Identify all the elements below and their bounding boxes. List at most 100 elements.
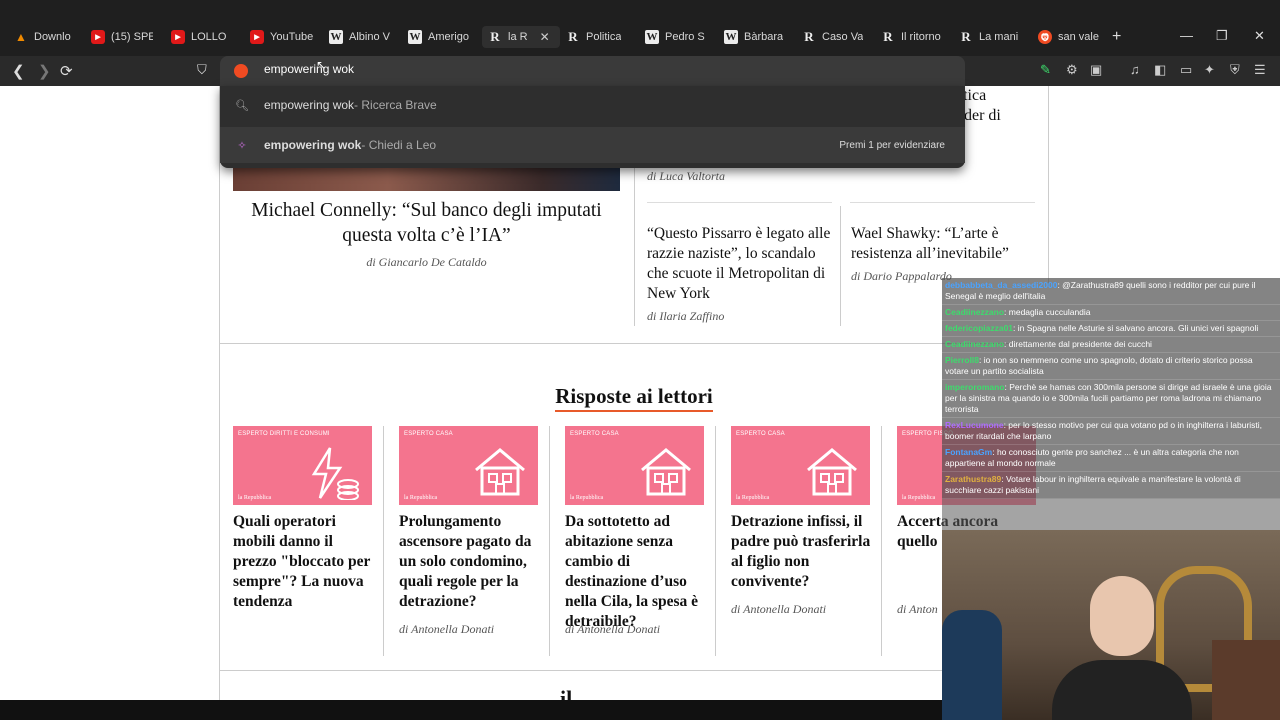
tab-12[interactable]: R La mani <box>959 28 1021 46</box>
chat-message: FontanaGm: ho conosciuto gente pro sanch… <box>942 445 1280 472</box>
chat-username: Ceadiinezzano <box>945 339 1005 349</box>
wallet-icon[interactable]: ▭ <box>1180 62 1192 78</box>
card-thumbnail[interactable]: ESPERTO CASA la Repubblica <box>399 426 538 505</box>
suggestion-hint: Premi 1 per evidenziare <box>839 139 945 151</box>
section-title[interactable]: Risposte ai lettori <box>555 384 713 412</box>
extensions-icon[interactable]: ⚙ <box>1066 62 1078 78</box>
card-title[interactable]: Da sottotetto ad abitazione senza cambio… <box>565 512 705 632</box>
bookmark-icon[interactable]: ⛉ <box>197 62 207 78</box>
youtube-icon: ▶ <box>171 30 185 44</box>
minimize-button[interactable]: — <box>1180 28 1193 43</box>
card-tag: ESPERTO CASA <box>404 431 453 437</box>
card-thumbnail[interactable]: ESPERTO CASA la Repubblica <box>565 426 704 505</box>
forward-button[interactable]: ❯ <box>38 62 51 80</box>
card-thumbnail[interactable]: ESPERTO DIRITTI E CONSUMI la Repubblica <box>233 426 372 505</box>
chat-username: federicopiazza01 <box>945 323 1014 333</box>
tab-label: Bàrbara <box>744 31 784 43</box>
close-tab-icon[interactable]: ✕ <box>540 30 550 44</box>
back-button[interactable]: ❮ <box>12 62 25 80</box>
menu-icon[interactable]: ☰ <box>1254 62 1266 78</box>
card-author[interactable]: di Antonella Donati <box>565 622 660 637</box>
address-bar[interactable] <box>220 56 965 86</box>
main-article-author[interactable]: di Giancarlo De Cataldo <box>366 255 486 269</box>
section-divider <box>219 670 1049 671</box>
suggestion-text: empowering wok <box>264 98 355 112</box>
tab-label: (15) SPE <box>111 31 153 43</box>
tab-8[interactable]: W Pedro S <box>645 28 707 46</box>
tab-5[interactable]: W Amerigo <box>408 28 470 46</box>
card-tag: ESPERTO CASA <box>570 431 619 437</box>
tab-3[interactable]: ▶ YouTube <box>250 28 314 46</box>
sidebar-icon[interactable]: ◧ <box>1154 62 1166 78</box>
chat-username: Ceadiinezzano <box>945 307 1005 317</box>
tab-11[interactable]: R Il ritorno <box>881 28 943 46</box>
brave-icon: 🦁︎ <box>1038 30 1052 44</box>
pen-icon[interactable]: ✎ <box>1040 62 1051 78</box>
right-border <box>1048 86 1049 286</box>
address-input[interactable] <box>264 62 864 76</box>
tab-13[interactable]: 🦁︎ san vale <box>1038 28 1100 46</box>
pissarro-article-title[interactable]: “Questo Pissarro è legato alle razzie na… <box>647 224 832 304</box>
brave-search-icon <box>234 64 248 78</box>
card-thumbnail[interactable]: ESPERTO CASA la Repubblica <box>731 426 870 505</box>
card-author[interactable]: di Antonella Donati <box>731 602 826 617</box>
article-author[interactable]: di Luca Valtorta <box>647 169 725 184</box>
card-divider <box>715 426 716 656</box>
maximize-button[interactable]: ❐ <box>1216 28 1228 44</box>
chat-text: : io non so nemmeno come uno spagnolo, d… <box>945 355 1253 376</box>
wikipedia-icon: W <box>645 30 659 44</box>
bottom-bar <box>0 700 942 720</box>
search-icon: 🔍︎ <box>235 99 249 112</box>
media-icon[interactable]: ♫ <box>1130 62 1140 77</box>
vpn-shield-icon[interactable]: ⛨ <box>1230 62 1240 78</box>
tab-label: la R <box>508 31 528 43</box>
repubblica-icon: R <box>883 29 893 44</box>
webcam-feed <box>942 530 1280 720</box>
card-title[interactable]: Prolungamento ascensore pagato da un sol… <box>399 512 539 612</box>
chat-username: RexLucumone <box>945 420 1004 430</box>
wikipedia-icon: W <box>724 30 738 44</box>
brand-logo: la Repubblica <box>238 495 272 501</box>
chair <box>942 610 1002 720</box>
chat-message: debbabbeta_da_assedi2000: @Zarathustra89… <box>942 278 1280 305</box>
card-author[interactable]: di Anton <box>897 602 938 617</box>
tab-label: Caso Va <box>822 31 864 43</box>
tab-10[interactable]: R Caso Va <box>802 28 864 46</box>
column-divider <box>840 206 841 326</box>
repubblica-icon: R <box>490 29 500 44</box>
tab-7[interactable]: R Politica <box>566 28 628 46</box>
mouse-cursor-icon: ↖ <box>316 58 327 72</box>
card-title[interactable]: Detrazione infissi, il padre può trasfer… <box>731 512 871 592</box>
suggestion-sub: - Chiedi a Leo <box>361 138 437 152</box>
chat-text: : in Spagna nelle Asturie si salvano anc… <box>1013 323 1259 333</box>
shawky-article-title[interactable]: Wael Shawky: “L’arte è resistenza all’in… <box>851 224 1036 264</box>
tab-label: Pedro S <box>665 31 705 43</box>
reload-button[interactable]: ⟳ <box>60 62 73 80</box>
tab-4[interactable]: W Albino V <box>329 28 391 46</box>
main-article-title[interactable]: Michael Connelly: “Sul banco degli imput… <box>233 198 620 248</box>
suggestion-sub: - Ricerca Brave <box>354 98 437 112</box>
tab-0[interactable]: ▲ Downlo <box>14 28 74 46</box>
article-photo[interactable] <box>233 166 620 191</box>
tab-9[interactable]: W Bàrbara <box>724 28 786 46</box>
next-section-title-fragment: il <box>560 686 573 700</box>
vlc-icon: ▲ <box>15 30 27 44</box>
screenshot-icon[interactable]: ▣ <box>1090 62 1102 78</box>
tab-2[interactable]: ▶ LOLLO <box>171 28 233 46</box>
suggestion-search[interactable]: 🔍︎ empowering wok - Ricerca Brave <box>220 87 965 123</box>
suggestion-leo[interactable]: ✧ empowering wok - Chiedi a Leo Premi 1 … <box>220 127 965 163</box>
pissarro-article-author[interactable]: di Ilaria Zaffino <box>647 309 724 324</box>
shawky-article-author[interactable]: di Dario Pappalardo <box>851 269 952 284</box>
close-window-button[interactable]: ✕ <box>1254 28 1265 44</box>
new-tab-button[interactable]: + <box>1112 28 1121 46</box>
chat-message: federicopiazza01: in Spagna nelle Asturi… <box>942 321 1280 337</box>
omnibox-suggestions: 🔍︎ empowering wok - Ricerca Brave ✧ empo… <box>220 86 965 168</box>
card-author[interactable]: di Antonella Donati <box>399 622 494 637</box>
tab-1[interactable]: ▶ (15) SPE <box>91 28 153 46</box>
tab-6[interactable]: Rla R ✕ <box>482 26 560 48</box>
card-divider <box>549 426 550 656</box>
wikipedia-icon: W <box>329 30 343 44</box>
leo-ai-icon[interactable]: ✦ <box>1204 62 1215 78</box>
suggestion-text: empowering wok <box>264 138 362 152</box>
card-title[interactable]: Quali operatori mobili danno il prezzo "… <box>233 512 373 612</box>
